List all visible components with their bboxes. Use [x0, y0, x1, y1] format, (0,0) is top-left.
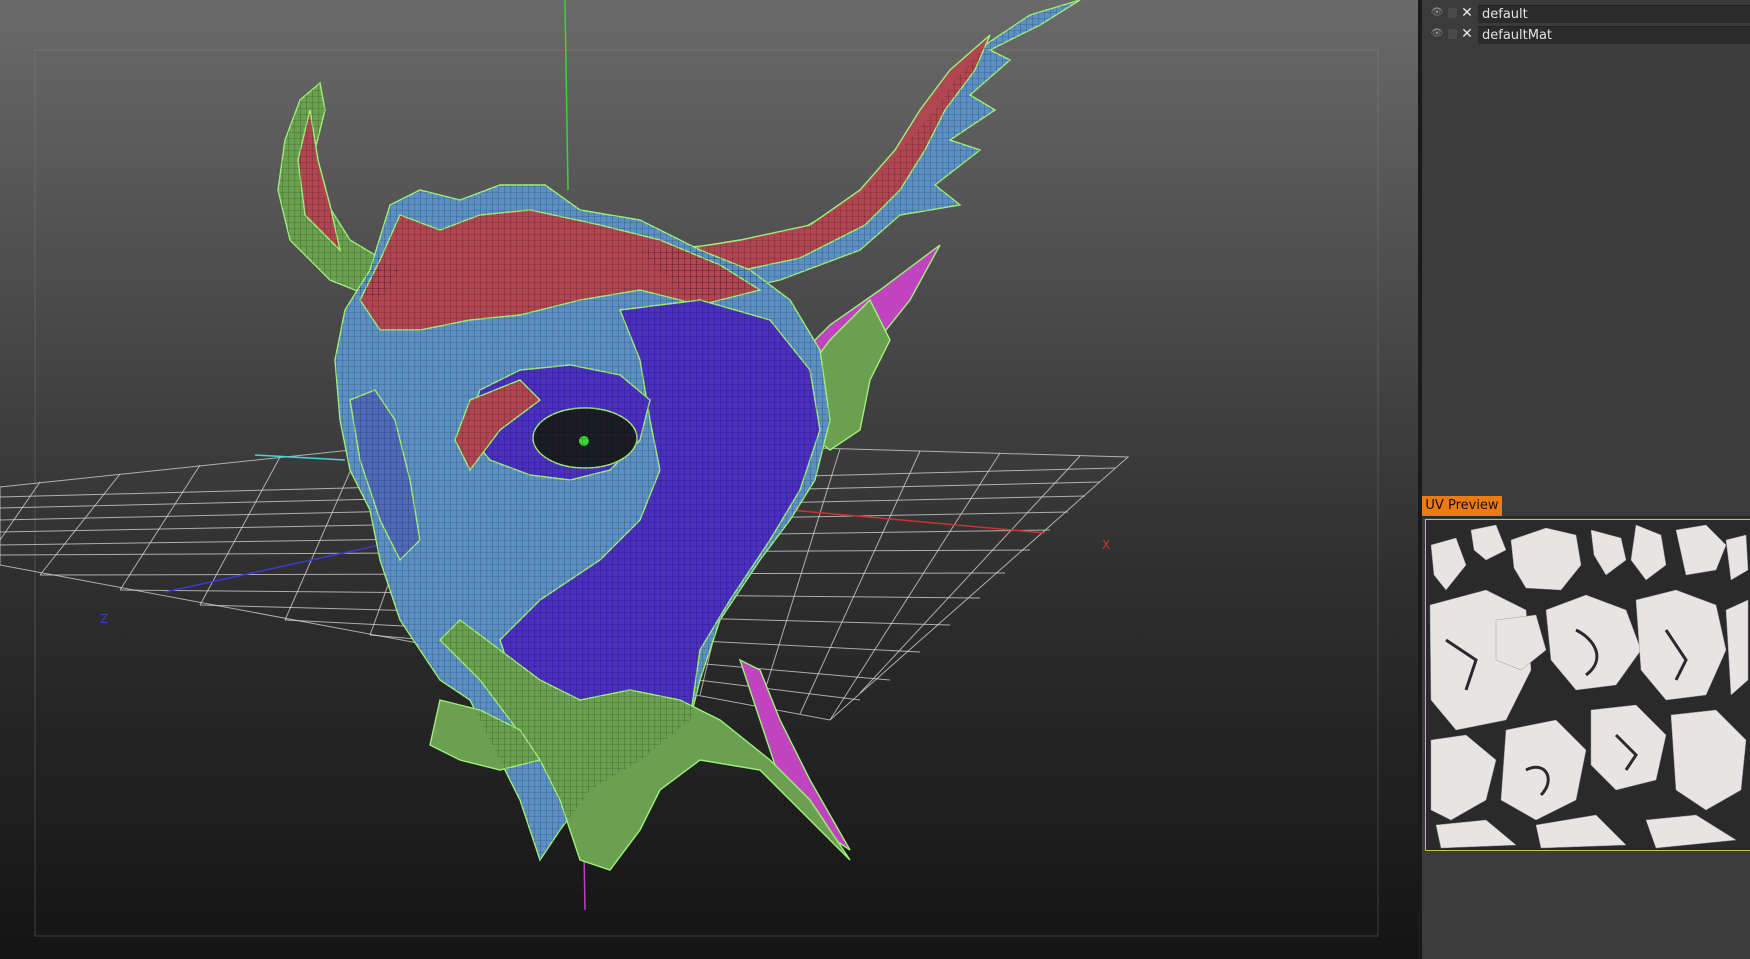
material-row[interactable]: 👁 ✕ defaultMat — [1422, 24, 1750, 45]
material-row[interactable]: 👁 ✕ default — [1422, 3, 1750, 24]
creature-head-model[interactable] — [277, 0, 1081, 871]
uv-preview-canvas[interactable] — [1425, 519, 1750, 851]
viewport-scene — [0, 0, 1379, 937]
close-icon[interactable]: ✕ — [1460, 27, 1474, 41]
eye-icon[interactable]: 👁 — [1430, 7, 1444, 19]
eye-icon[interactable]: 👁 — [1430, 28, 1444, 40]
lock-icon[interactable] — [1448, 8, 1457, 18]
tab-uv-preview[interactable]: UV Preview — [1422, 496, 1502, 516]
uv-islands — [1429, 524, 1749, 849]
y-axis-line — [564, 0, 569, 191]
lock-icon[interactable] — [1448, 29, 1457, 39]
x-axis-label: X — [1102, 538, 1111, 552]
viewport-3d[interactable]: X Z — [0, 0, 1418, 959]
uv-tab-strip — [1422, 516, 1750, 518]
z-axis-label: Z — [100, 612, 109, 626]
z-axis-line — [164, 544, 381, 593]
material-name[interactable]: defaultMat — [1478, 26, 1750, 44]
close-icon[interactable]: ✕ — [1460, 6, 1474, 20]
material-name[interactable]: default — [1478, 5, 1750, 23]
